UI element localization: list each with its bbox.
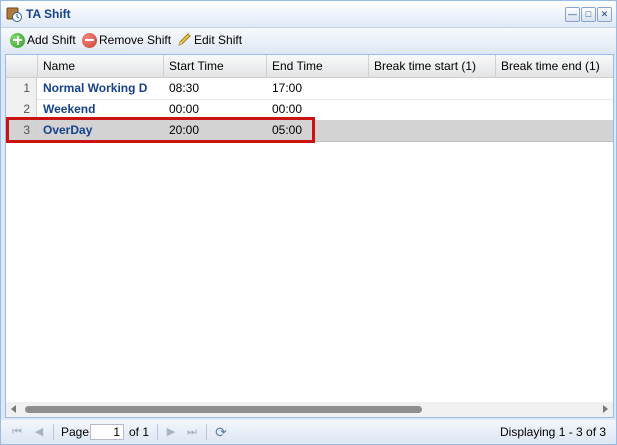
ta-shift-window: TA Shift — □ ✕ Add Shift Remove Shift Ed… <box>0 0 617 445</box>
start-time: 20:00 <box>169 123 200 137</box>
column-header-name[interactable]: Name <box>38 55 164 77</box>
maximize-button[interactable]: □ <box>581 7 596 22</box>
refresh-icon[interactable]: ⟳ <box>215 425 227 439</box>
minimize-button[interactable]: — <box>565 7 580 22</box>
remove-icon <box>82 32 97 48</box>
edit-shift-button[interactable]: Edit Shift <box>176 31 242 49</box>
row-number-header <box>6 55 38 77</box>
edit-shift-label: Edit Shift <box>194 33 243 47</box>
window-title: TA Shift <box>26 7 71 21</box>
scroll-right-icon[interactable] <box>603 405 608 413</box>
end-time: 00:00 <box>272 102 303 116</box>
display-info: Displaying 1 - 3 of 3 <box>500 425 607 439</box>
next-page-icon[interactable]: ▶ <box>165 426 177 438</box>
last-page-icon[interactable]: ⏭ <box>186 426 198 438</box>
page-label: Page <box>61 425 90 439</box>
row-number: 1 <box>6 78 37 99</box>
paging-toolbar: ⏮ ◀ Page of 1 ▶ ⏭ ⟳ Displaying 1 - 3 of … <box>1 420 616 444</box>
close-icon: ✕ <box>600 9 609 19</box>
add-shift-label: Add Shift <box>27 33 76 47</box>
first-page-icon[interactable]: ⏮ <box>11 426 23 438</box>
scrollbar-thumb[interactable] <box>25 406 422 413</box>
horizontal-scrollbar[interactable] <box>6 402 613 417</box>
column-header-break-end[interactable]: Break time end (1) <box>496 55 613 77</box>
page-count-label: of 1 <box>129 425 150 439</box>
table-row[interactable]: 2 Weekend 00:00 00:00 <box>6 99 613 121</box>
end-time: 05:00 <box>272 123 303 137</box>
column-header-start-time[interactable]: Start Time <box>164 55 267 77</box>
separator <box>206 424 207 440</box>
title-bar[interactable]: TA Shift — □ ✕ <box>1 1 616 28</box>
table-row-selected[interactable]: 3 OverDay 20:00 05:00 <box>6 120 613 142</box>
shift-name: Weekend <box>43 102 96 116</box>
shift-clock-icon <box>6 7 22 22</box>
scroll-left-icon[interactable] <box>11 405 16 413</box>
page-number-input[interactable] <box>90 424 124 440</box>
add-shift-button[interactable]: Add Shift <box>10 31 76 49</box>
end-time: 17:00 <box>272 81 303 95</box>
shift-name: OverDay <box>43 123 93 137</box>
separator <box>157 424 158 440</box>
add-icon <box>10 32 25 48</box>
remove-shift-button[interactable]: Remove Shift <box>82 31 171 49</box>
separator <box>53 424 54 440</box>
column-header-end-time[interactable]: End Time <box>267 55 369 77</box>
start-time: 08:30 <box>169 81 200 95</box>
previous-page-icon[interactable]: ◀ <box>33 426 45 438</box>
column-header-break-start[interactable]: Break time start (1) <box>369 55 496 77</box>
row-number: 3 <box>6 120 37 141</box>
start-time: 00:00 <box>169 102 200 116</box>
toolbar: Add Shift Remove Shift Edit Shift <box>1 28 616 52</box>
row-number: 2 <box>6 99 37 120</box>
maximize-icon: □ <box>585 9 592 19</box>
close-button[interactable]: ✕ <box>597 7 612 22</box>
table-row[interactable]: 1 Normal Working D 08:30 17:00 <box>6 78 613 100</box>
shift-name: Normal Working D <box>43 81 148 95</box>
shift-grid: Name Start Time End Time Break time star… <box>5 54 614 418</box>
pencil-icon <box>178 33 191 46</box>
remove-shift-label: Remove Shift <box>99 33 172 47</box>
minimize-icon: — <box>568 9 577 19</box>
grid-header: Name Start Time End Time Break time star… <box>6 55 613 78</box>
